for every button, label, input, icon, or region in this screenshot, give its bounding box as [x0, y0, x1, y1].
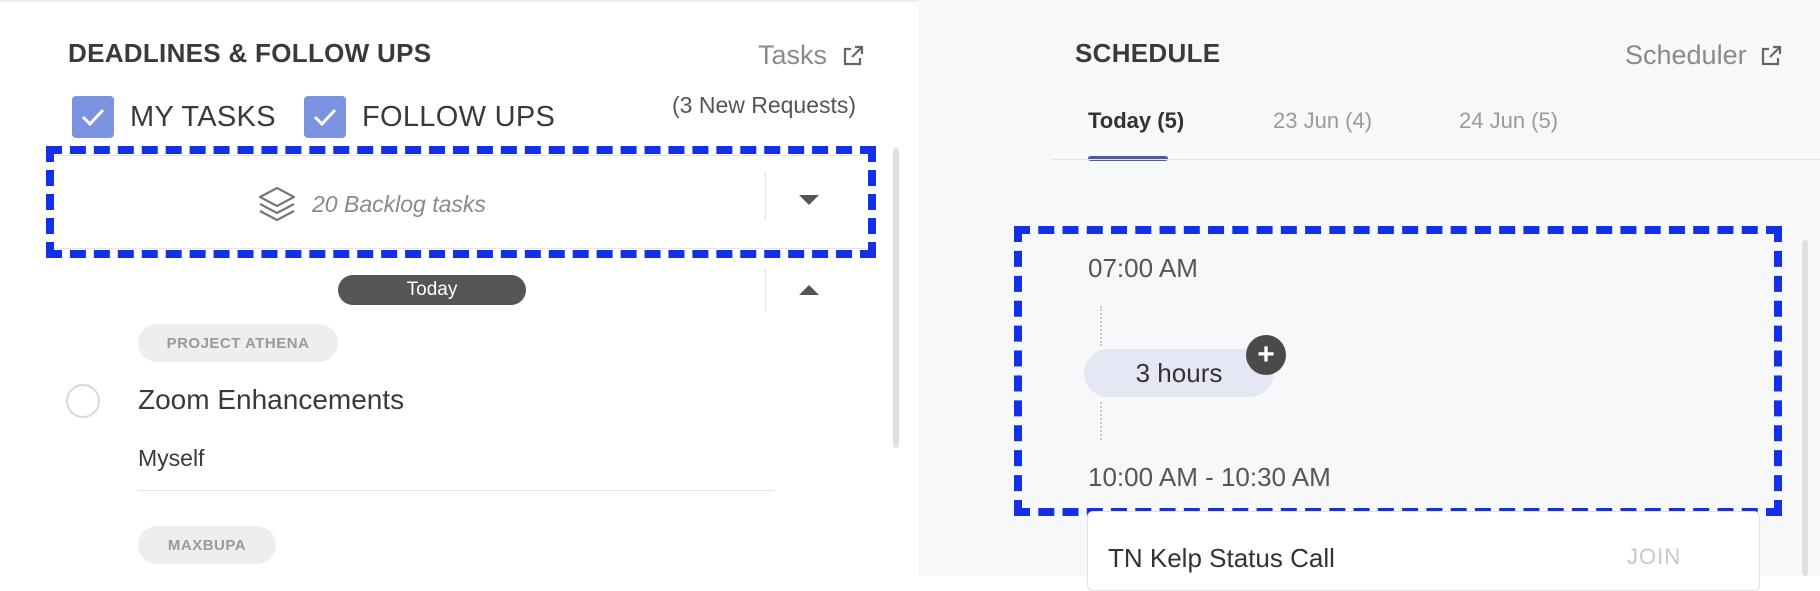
timeline-connector [1100, 306, 1102, 346]
task-complete-radio[interactable] [66, 384, 100, 418]
tab-24-jun[interactable]: 24 Jun (5) [1459, 108, 1558, 134]
add-event-plus-icon[interactable]: + [1246, 335, 1286, 375]
backlog-label: 20 Backlog tasks [312, 190, 486, 217]
my-tasks-checkbox[interactable] [72, 96, 114, 138]
task-assignee: Myself [138, 445, 205, 471]
external-link-icon [1761, 45, 1781, 65]
scheduler-link-label: Scheduler [1625, 40, 1747, 70]
follow-ups-checkbox[interactable] [304, 96, 346, 138]
check-icon [81, 108, 105, 127]
divider [765, 268, 766, 312]
schedule-panel [918, 0, 1820, 576]
project-tag: PROJECT ATHENA [138, 324, 338, 362]
task-divider [138, 490, 774, 491]
tasks-link-label: Tasks [758, 40, 828, 70]
scheduler-link[interactable]: Scheduler [1625, 40, 1783, 71]
external-link-icon [843, 45, 864, 65]
timeline-connector [1100, 402, 1102, 440]
project-tag: MAXBUPA [138, 526, 276, 564]
new-requests-count[interactable]: (3 New Requests) [672, 92, 856, 119]
my-tasks-label: MY TASKS [130, 100, 276, 133]
deadlines-title: DEADLINES & FOLLOW UPS [68, 38, 432, 68]
caret-up-icon[interactable] [797, 283, 821, 297]
filter-my-tasks[interactable]: MY TASKS [72, 96, 276, 138]
layers-icon [258, 186, 296, 222]
caret-down-icon[interactable] [797, 193, 821, 207]
backlog-toggle[interactable]: 20 Backlog tasks [256, 184, 486, 224]
tabs-divider [1052, 159, 1820, 160]
today-badge: Today [338, 275, 526, 305]
tab-today[interactable]: Today (5) [1088, 108, 1184, 134]
filter-follow-ups[interactable]: FOLLOW UPS [304, 96, 555, 138]
scrollbar[interactable] [893, 148, 899, 448]
event-title[interactable]: TN Kelp Status Call [1108, 543, 1335, 574]
schedule-title: SCHEDULE [1075, 38, 1221, 68]
event-time: 10:00 AM - 10:30 AM [1088, 462, 1331, 492]
divider [765, 172, 766, 220]
join-button[interactable]: JOIN [1627, 544, 1681, 570]
task-title[interactable]: Zoom Enhancements [138, 384, 404, 416]
tab-23-jun[interactable]: 23 Jun (4) [1273, 108, 1372, 134]
tasks-link[interactable]: Tasks [758, 40, 865, 71]
follow-ups-label: FOLLOW UPS [362, 100, 556, 133]
check-icon [313, 108, 337, 127]
scrollbar[interactable] [1802, 240, 1808, 576]
time-slot-label: 07:00 AM [1088, 253, 1198, 283]
